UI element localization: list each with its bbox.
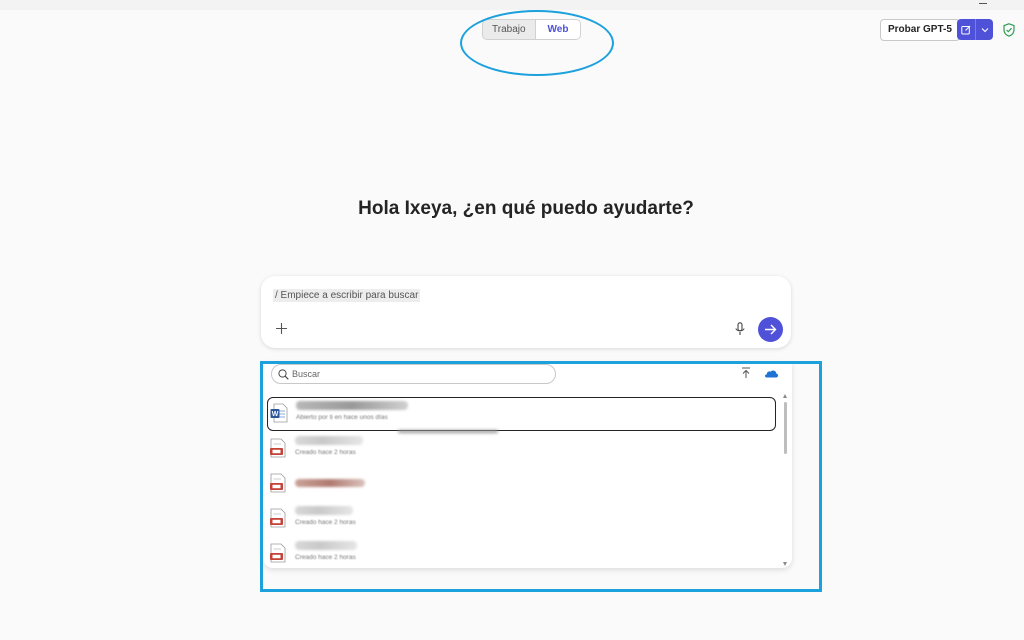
- new-chat-menu-button[interactable]: [975, 19, 993, 40]
- chat-composer[interactable]: / Empiece a escribir para buscar: [261, 276, 791, 348]
- new-chat-button-group: [957, 19, 993, 40]
- compose-icon: [961, 25, 971, 34]
- greeting-heading: Hola Ixeya, ¿en qué puedo ayudarte?: [358, 198, 694, 219]
- send-button[interactable]: [758, 317, 783, 342]
- composer-input-text[interactable]: / Empiece a escribir para buscar: [273, 289, 421, 302]
- microphone-icon[interactable]: [735, 322, 745, 336]
- shield-check-icon[interactable]: [1003, 23, 1015, 37]
- try-gpt5-button[interactable]: Probar GPT-5: [880, 19, 960, 41]
- annotation-ellipse: [460, 10, 614, 76]
- new-chat-button[interactable]: [957, 19, 975, 40]
- window-titlebar: [0, 0, 1024, 10]
- add-icon[interactable]: [275, 322, 288, 335]
- chevron-down-icon: [981, 27, 988, 32]
- minimize-button[interactable]: [978, 0, 988, 6]
- annotation-rectangle: [260, 361, 822, 592]
- arrow-right-icon: [765, 324, 777, 335]
